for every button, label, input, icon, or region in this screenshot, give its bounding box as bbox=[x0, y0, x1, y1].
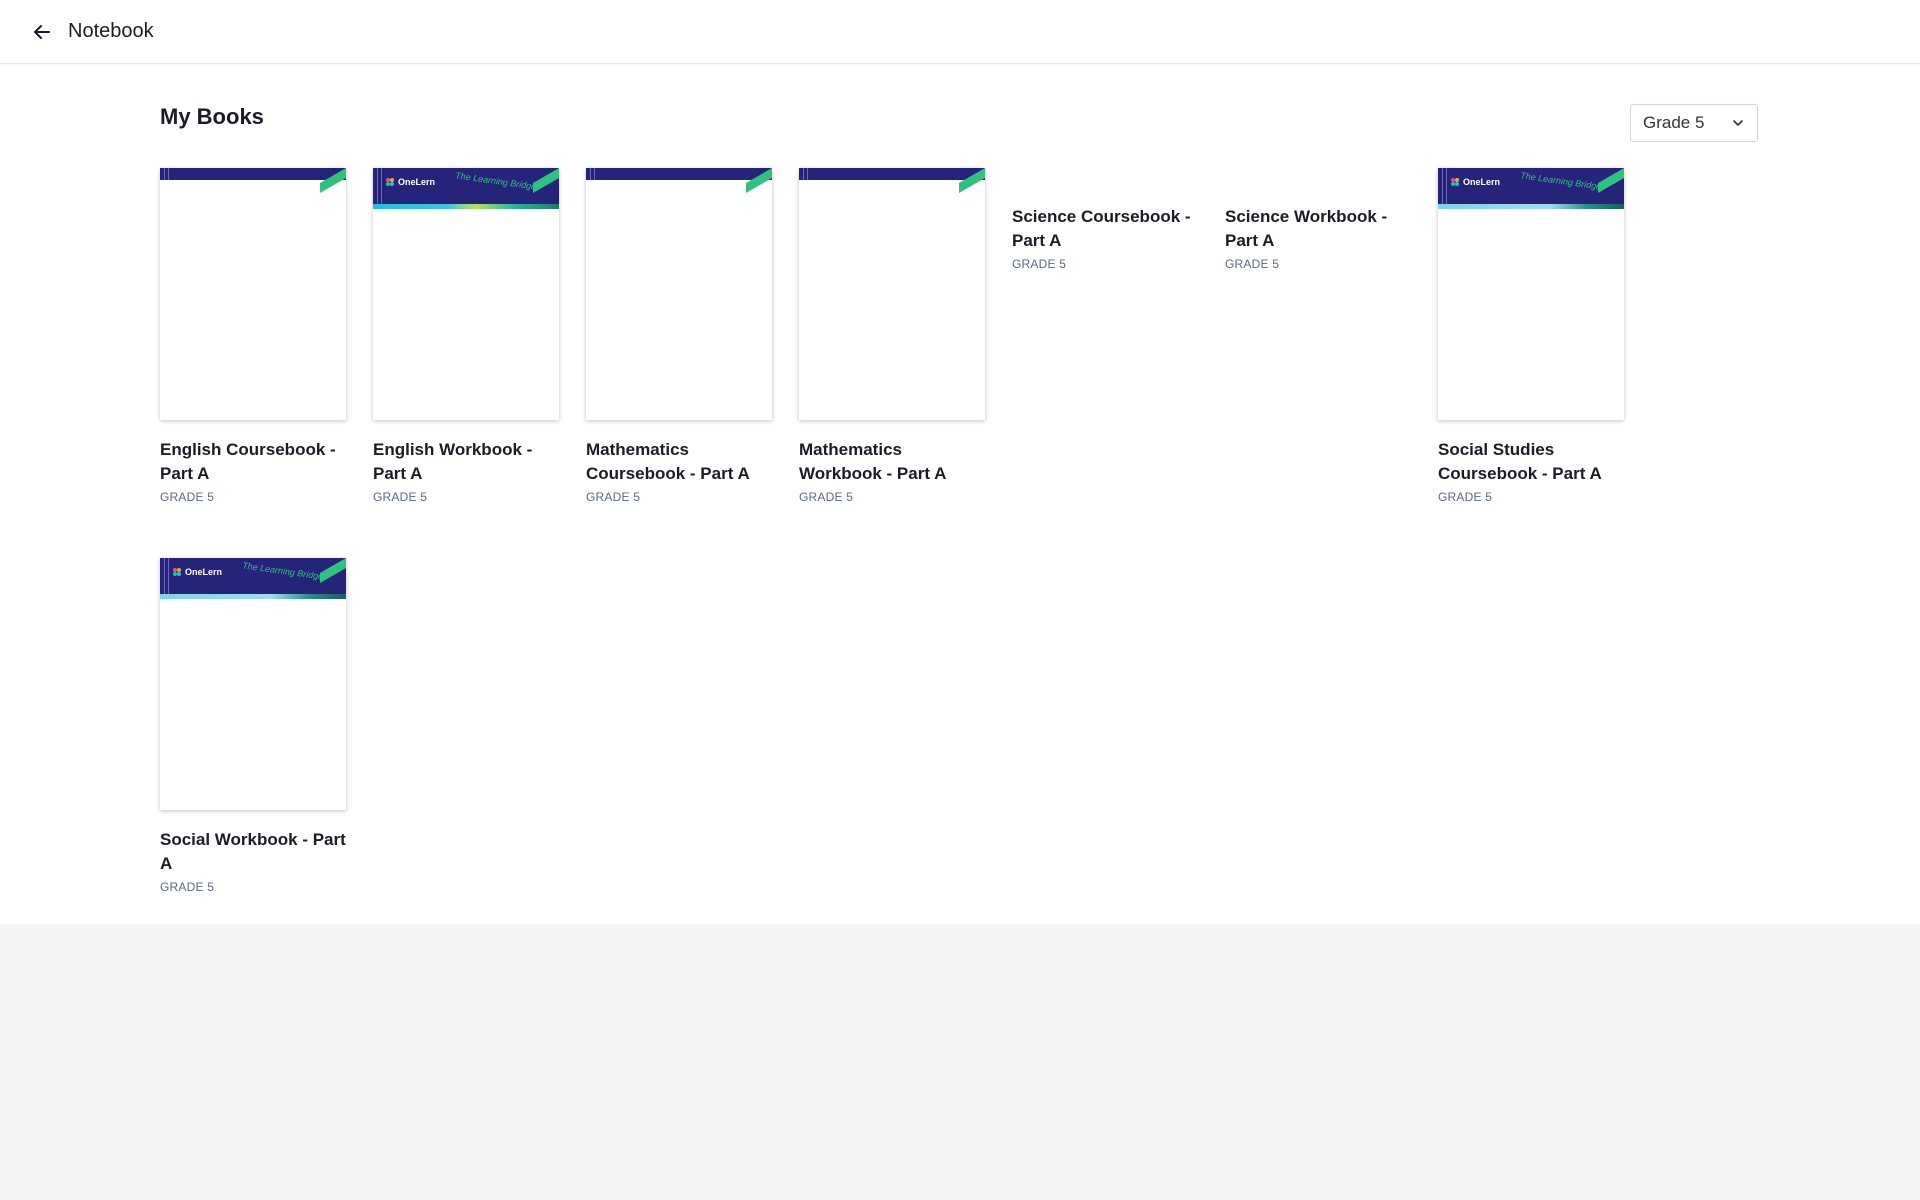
book-grade: GRADE 5 bbox=[1438, 490, 1493, 504]
grade-select-value: Grade 5 bbox=[1643, 113, 1705, 132]
brand-logo: OneLern bbox=[385, 177, 435, 187]
book-cover[interactable] bbox=[586, 168, 772, 420]
brand-logo: OneLern bbox=[1450, 177, 1500, 187]
book-cover[interactable]: OneLern The Learning Bridge bbox=[160, 558, 346, 810]
book-cover[interactable] bbox=[160, 168, 346, 420]
grade-select[interactable]: Grade 5 bbox=[1630, 104, 1758, 142]
logo-icon bbox=[173, 568, 181, 576]
book-grade: GRADE 5 bbox=[1225, 257, 1280, 271]
brand-name: OneLern bbox=[398, 177, 436, 187]
book-title[interactable]: Science Workbook - Part A bbox=[1225, 205, 1415, 253]
book-card[interactable]: Science Workbook - Part A GRADE 5 bbox=[1225, 205, 1415, 271]
main-content: My Books Grade 5 English Coursebook - Pa… bbox=[0, 64, 1920, 924]
book-card[interactable]: English Coursebook - Part A GRADE 5 bbox=[160, 168, 350, 504]
book-grade: GRADE 5 bbox=[160, 490, 215, 504]
book-title[interactable]: Social Studies Coursebook - Part A bbox=[1438, 438, 1628, 486]
book-title[interactable]: Mathematics Coursebook - Part A bbox=[586, 438, 776, 486]
book-card[interactable]: OneLern The Learning Bridge Social Studi… bbox=[1438, 168, 1628, 504]
book-cover[interactable]: OneLern The Learning Bridge bbox=[1438, 168, 1624, 420]
top-bar: Notebook bbox=[0, 0, 1920, 64]
book-title[interactable]: Science Coursebook - Part A bbox=[1012, 205, 1202, 253]
chevron-down-icon bbox=[1733, 120, 1743, 126]
book-grade: GRADE 5 bbox=[373, 490, 428, 504]
book-title[interactable]: English Workbook - Part A bbox=[373, 438, 563, 486]
book-title[interactable]: Social Workbook - Part A bbox=[160, 828, 350, 876]
logo-icon bbox=[386, 178, 394, 186]
book-card[interactable]: Science Coursebook - Part A GRADE 5 bbox=[1012, 205, 1202, 271]
book-grade: GRADE 5 bbox=[799, 490, 854, 504]
section-title: My Books bbox=[160, 104, 264, 129]
book-card[interactable]: OneLern The Learning Bridge Social Workb… bbox=[160, 558, 350, 894]
tagline: The Learning Bridge bbox=[1519, 170, 1602, 192]
page-background bbox=[0, 924, 1920, 1200]
book-grade: GRADE 5 bbox=[1012, 257, 1067, 271]
book-grade: GRADE 5 bbox=[586, 490, 641, 504]
page-title: Notebook bbox=[68, 20, 154, 42]
book-card[interactable]: OneLern The Learning Bridge English Work… bbox=[373, 168, 563, 504]
brand-logo: OneLern bbox=[172, 567, 222, 577]
tagline: The Learning Bridge bbox=[454, 170, 537, 192]
book-title[interactable]: English Coursebook - Part A bbox=[160, 438, 350, 486]
tagline: The Learning Bridge bbox=[241, 560, 324, 582]
arrow-left-icon bbox=[34, 25, 50, 39]
book-cover[interactable]: OneLern The Learning Bridge bbox=[373, 168, 559, 420]
book-cover[interactable] bbox=[799, 168, 985, 420]
logo-icon bbox=[1451, 178, 1459, 186]
book-card[interactable]: Mathematics Workbook - Part A GRADE 5 bbox=[799, 168, 989, 504]
book-card[interactable]: Mathematics Coursebook - Part A GRADE 5 bbox=[586, 168, 776, 504]
brand-name: OneLern bbox=[1463, 177, 1501, 187]
book-grade: GRADE 5 bbox=[160, 880, 215, 894]
back-button[interactable] bbox=[28, 18, 56, 46]
book-title[interactable]: Mathematics Workbook - Part A bbox=[799, 438, 989, 486]
brand-name: OneLern bbox=[185, 567, 223, 577]
